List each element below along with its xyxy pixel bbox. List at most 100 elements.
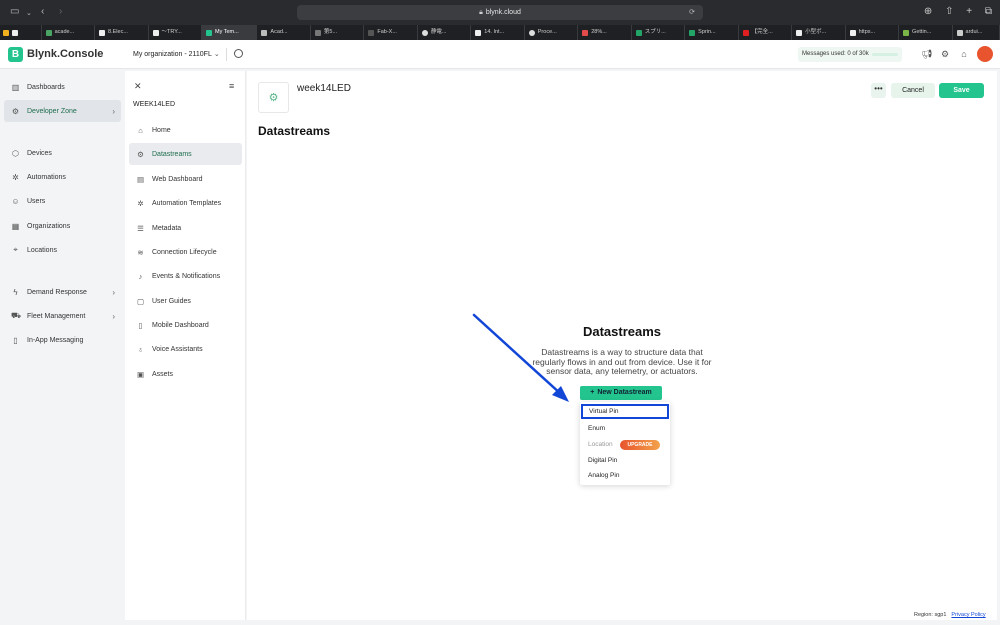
region-text: Region: sgp1 [914,612,947,618]
tab[interactable]: 〜TRY... [149,25,202,40]
dashboard-icon: ▤ [136,174,145,184]
sidebar-item-locations[interactable]: ⌖ Locations [4,239,121,261]
message-icon: ▯ [13,335,18,345]
more-button[interactable]: ••• [871,83,886,98]
org-selector[interactable]: My organization - 2110FL ⌄ [133,50,220,58]
tab-label: acade... [54,29,75,35]
chart-icon: ▥ [11,82,20,92]
menu-item-analog-pin[interactable]: Analog Pin [580,468,670,483]
tab[interactable]: 14. Int... [471,25,525,40]
sidebar-item-devices[interactable]: ⬡ Devices [4,142,121,164]
blynk-logo[interactable]: B [8,47,23,62]
usage-bar [872,53,898,56]
tab[interactable]: 8.Elec... [95,25,149,40]
org-settings-icon[interactable] [234,49,243,58]
forward-icon[interactable]: › [59,7,62,17]
tab[interactable]: Gettin... [899,25,953,40]
tab[interactable]: 28%... [578,25,632,40]
menu-icon[interactable]: ≡ [229,81,234,91]
tab-connection-lifecycle[interactable]: ≋ Connection Lifecycle [129,241,242,263]
upgrade-badge[interactable]: UPGRADE [620,440,660,450]
gift-icon[interactable]: ⌂ [959,49,969,59]
sidebar-item-automations[interactable]: ✲ Automations [4,166,121,188]
menu-item-digital-pin[interactable]: Digital Pin [580,453,670,468]
tab-label: 静電... [430,29,447,35]
sidebar-item-demand-response[interactable]: ϟ Demand Response › [4,281,121,303]
tab[interactable]: https... [846,25,900,40]
footer: Region: sgp1 Privacy Policy [914,612,986,618]
help-icon[interactable]: ⚙ [940,49,950,59]
tab[interactable]: Fab-X... [364,25,418,40]
tab[interactable]: Acad... [257,25,311,40]
logo-text[interactable]: Blynk.Console [27,48,103,60]
reload-icon[interactable]: ⟳ [689,5,695,20]
address-bar[interactable]: 🔒︎ blynk.cloud ⟳ [297,5,703,20]
main-content: ⚙ week14LED ••• Cancel Save Datastreams … [247,71,997,620]
sidebar-item-fleet-management[interactable]: ⛟ Fleet Management › [4,305,121,327]
new-datastream-button[interactable]: + New Datastream [580,386,662,400]
close-icon[interactable]: ✕ [134,81,142,92]
menu-item-enum[interactable]: Enum [580,421,670,436]
sidebar-item-organizations[interactable]: ▦ Organizations [4,215,121,237]
url-text: blynk.cloud [485,9,521,16]
tab-active[interactable]: My Tem... [201,25,258,40]
tab-mobile-dashboard[interactable]: ▯ Mobile Dashboard [129,314,242,336]
tab-label: 小型ボ... [805,29,827,35]
tab-voice-assistants[interactable]: ♁ Voice Assistants [129,338,242,360]
tab-label: ardui... [965,29,983,35]
back-icon[interactable]: ‹ [41,7,44,17]
tab[interactable]: acade... [42,25,96,40]
tab-label: 28%... [591,29,607,35]
new-tab-icon[interactable]: + [966,6,972,17]
tab-label: スプリ... [644,29,666,35]
sidebar-toggle-icon[interactable]: ▭ [10,7,19,17]
tab[interactable]: 小型ボ... [792,25,846,40]
datastream-icon: ⚙ [137,149,144,159]
cancel-button[interactable]: Cancel [891,83,935,98]
template-image-icon[interactable]: ⚙ [258,82,289,113]
announcement-icon[interactable]: 📢︎ [921,49,932,59]
tab-home[interactable]: ⌂ Home [129,119,242,141]
template-title: week14LED [297,83,351,94]
tab-metadata[interactable]: ☰ Metadata [129,217,242,239]
chevron-down-icon: ⌄ [213,51,220,58]
menu-item-virtual-pin[interactable]: Virtual Pin [581,404,669,419]
tab[interactable]: ardui... [953,25,1000,40]
download-icon[interactable]: ⊕ [924,6,932,17]
sidebar-item-label: Dashboards [27,83,65,91]
tab[interactable]: 【完全... [739,25,793,40]
tab-events-notifications[interactable]: ♪ Events & Notifications [129,265,242,287]
building-icon: ▦ [11,221,20,231]
sidebar-item-developer-zone[interactable]: ⚙ Developer Zone › [4,100,121,122]
tab[interactable]: 静電... [418,25,472,40]
sidebar-item-users[interactable]: ☺ Users [4,190,121,212]
tab-label: Events & Notifications [152,272,221,280]
save-button[interactable]: Save [939,83,984,98]
privacy-policy-link[interactable]: Privacy Policy [951,612,985,618]
avatar[interactable] [977,46,993,62]
tab-web-dashboard[interactable]: ▤ Web Dashboard [129,168,242,190]
tab[interactable]: 第5... [311,25,365,40]
sidebar-item-in-app-messaging[interactable]: ▯ In-App Messaging [4,329,121,351]
sidebar-item-label: Fleet Management [27,312,86,320]
developer-icon: ⚙ [11,106,20,116]
tab[interactable]: Sprin... [685,25,739,40]
sidebar-item-dashboards[interactable]: ▥ Dashboards [4,76,121,98]
tab-datastreams[interactable]: ⚙ Datastreams [129,143,242,165]
app-header: B Blynk.Console My organization - 2110FL… [0,40,1000,69]
lightning-icon: ϟ [13,287,18,297]
share-icon[interactable]: ⇧ [945,6,953,17]
tab-label: Fab-X... [377,29,397,35]
tab-overview-icon[interactable]: ⧉ [985,6,992,17]
tab-assets[interactable]: ▣ Assets [129,363,242,385]
chevron-down-icon[interactable]: ⌄ [26,9,32,19]
tab-automation-templates[interactable]: ✲ Automation Templates [129,192,242,214]
microphone-icon: ♁ [137,344,144,354]
tab[interactable]: Proce... [525,25,579,40]
tab[interactable]: スプリ... [632,25,686,40]
automation-icon: ✲ [12,172,19,182]
tab-bar: acade... 8.Elec... 〜TRY... My Tem... Aca… [0,25,1000,40]
pinned-tabs[interactable] [0,25,42,40]
messages-usage[interactable]: Messages used: 0 of 30k [798,47,902,62]
tab-user-guides[interactable]: ▢ User Guides [129,290,242,312]
